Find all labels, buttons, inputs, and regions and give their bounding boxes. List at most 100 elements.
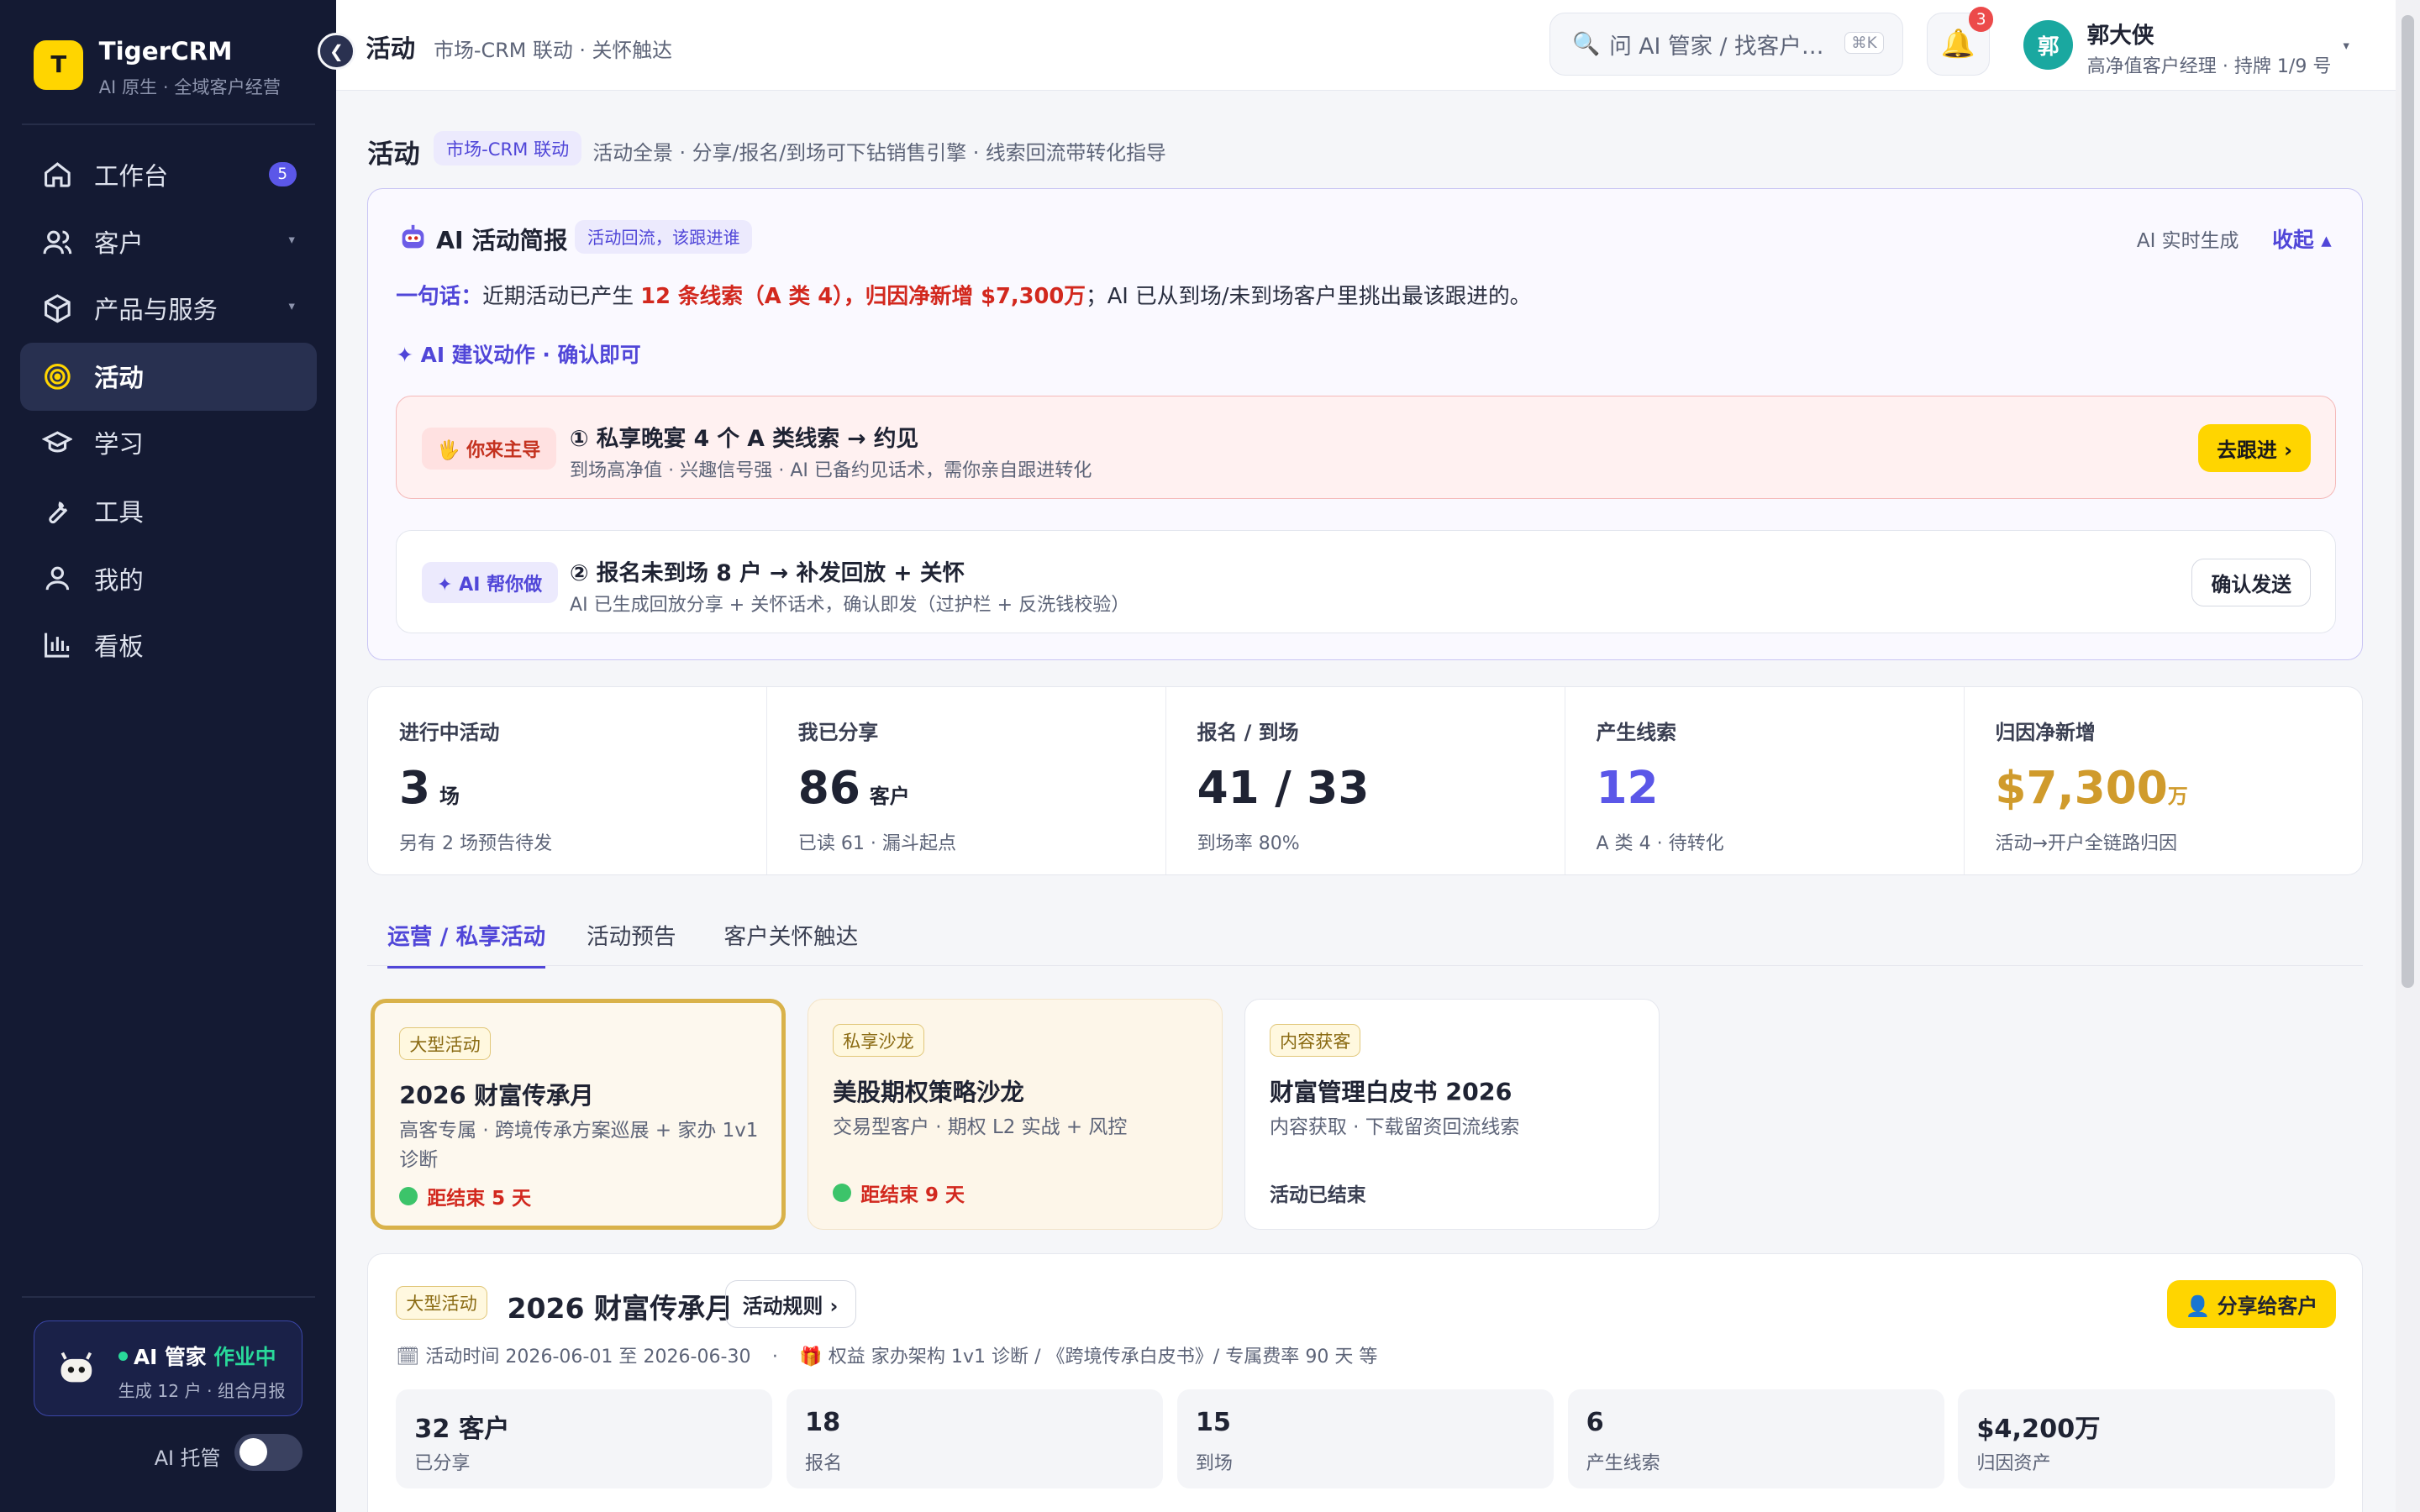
stat-active-events[interactable]: 进行中活动 3场 另有 2 场预告待发 <box>368 687 768 874</box>
ai-realtime-label: AI 实时生成 <box>2136 230 2239 253</box>
event-card-whitepaper[interactable]: 内容获客 财富管理白皮书 2026 内容获取 · 下载留资回流线索 活动已结束 <box>1244 998 1660 1231</box>
sidebar-item-tools[interactable]: 工具 <box>20 477 317 545</box>
online-dot <box>118 1351 128 1361</box>
user-menu-chevron-icon[interactable]: ▾ <box>2344 39 2349 53</box>
stat-label: 归因净新增 <box>1995 720 2096 744</box>
you-lead-pill: 🖐 你来主导 <box>421 428 556 470</box>
ai-does-pill: ✦ AI 帮你做 <box>421 561 558 604</box>
stat-leads[interactable]: 产生线索 12 A 类 4 · 待转化 <box>1565 687 1965 874</box>
collapse-brief-button[interactable]: 收起 ▴ <box>2272 223 2332 254</box>
sidebar-item-learning[interactable]: 学习 <box>20 409 317 477</box>
brand-name: TigerCRM <box>98 37 233 66</box>
stat-net-new[interactable]: 归因净新增 $7,300万 活动→开户全链路归因 <box>1965 687 2363 874</box>
ai-hosting-label: AI 托管 <box>154 1446 221 1470</box>
sidebar-item-label: 客户 <box>94 229 144 259</box>
ai-hosting-toggle[interactable] <box>234 1433 303 1471</box>
metric-label: 到场 <box>1195 1453 1233 1475</box>
brand-tagline: AI 原生 · 全域客户经营 <box>98 76 281 98</box>
metric-value: 32 客户 <box>414 1415 510 1445</box>
event-rules-button[interactable]: 活动规则 › <box>724 1279 856 1328</box>
sidebar-item-activities[interactable]: 活动 <box>19 342 317 411</box>
ai-butler-status-card[interactable]: AI 管家 作业中 生成 12 户 · 组合月报 <box>34 1320 303 1417</box>
ai-suggest-heading: ✦ AI 建议动作 · 确认即可 <box>396 343 641 368</box>
event-title: 2026 财富传承月 <box>399 1081 594 1110</box>
action-title: ② 报名未到场 8 户 → 补发回放 + 关怀 <box>570 559 965 586</box>
sidebar-item-mine[interactable]: 我的 <box>20 544 317 612</box>
notifications-button[interactable]: 🔔 3 <box>1926 7 1994 76</box>
stat-signup-attend[interactable]: 报名 / 到场 41 / 33 到场率 80% <box>1166 687 1565 874</box>
sidebar: T TigerCRM AI 原生 · 全域客户经营 工作台 5 客户 ▾ 产品与… <box>0 0 337 1512</box>
metric-assets: $4,200万 归因资产 <box>1958 1389 2335 1488</box>
brand-logo[interactable]: T <box>34 39 84 90</box>
sidebar-item-label: 工作台 <box>94 161 169 191</box>
sidebar-item-label: 看板 <box>94 632 144 661</box>
bar-chart-icon <box>44 633 69 659</box>
sidebar-item-label: 我的 <box>94 565 144 595</box>
metric-value: 15 <box>1195 1408 1231 1438</box>
stat-value: $7,300万 <box>1995 761 2188 814</box>
page-scrollbar[interactable] <box>2396 0 2420 1512</box>
stat-sub: 活动→开户全链路归因 <box>1995 832 2178 854</box>
page-tag: 市场-CRM 联动 <box>434 131 581 166</box>
stat-sub: 到场率 80% <box>1197 832 1300 854</box>
event-title: 财富管理白皮书 2026 <box>1270 1078 1512 1106</box>
oneliner-label: 一句话： <box>396 283 483 309</box>
ai-brief-tag: 活动回流，该跟进谁 <box>575 219 753 254</box>
metric-value: 18 <box>805 1408 841 1438</box>
avatar[interactable]: 郭 <box>2023 19 2074 70</box>
action-item-ai: ✦ AI 帮你做 ② 报名未到场 8 户 → 补发回放 + 关怀 AI 已生成回… <box>396 530 2337 634</box>
event-card-wealth-month[interactable]: 大型活动 2026 财富传承月 高客专属 · 跨境传承方案巡展 + 家办 1v1… <box>370 998 786 1231</box>
sidebar-item-label: 学习 <box>94 430 144 459</box>
gift-icon: 🎁 <box>799 1347 823 1368</box>
tab-customer-care[interactable]: 客户关怀触达 <box>724 918 859 966</box>
collapse-sidebar-button[interactable]: ❮ <box>318 32 355 70</box>
notification-count: 3 <box>1968 7 1994 32</box>
metric-label: 归因资产 <box>1976 1453 2051 1475</box>
wrench-icon <box>48 501 67 523</box>
share-to-customer-button[interactable]: 👤 分享给客户 <box>2166 1279 2337 1328</box>
oneliner-highlight-leads: 12 条线索（A 类 4）， <box>640 283 865 309</box>
chevron-left-icon: ❮ <box>329 40 344 61</box>
event-type-badge: 大型活动 <box>396 1286 487 1320</box>
sidebar-item-products[interactable]: 产品与服务 ▾ <box>20 275 317 343</box>
follow-up-button[interactable]: 去跟进 › <box>2198 424 2311 473</box>
action-item-lead: 🖐 你来主导 ① 私享晚宴 4 个 A 类线索 → 约见 到场高净值 · 兴趣信… <box>396 396 2337 500</box>
header-title: 活动 <box>366 34 416 63</box>
sidebar-item-customers[interactable]: 客户 ▾ <box>20 208 317 276</box>
confirm-send-button[interactable]: 确认发送 <box>2191 559 2311 607</box>
sidebar-item-workbench[interactable]: 工作台 5 <box>20 140 317 208</box>
oneliner-text-b: ；AI 已从到场/未到场客户里挑出最该跟进的。 <box>1086 283 1532 309</box>
metric-attend: 15 到场 <box>1176 1389 1554 1488</box>
stat-label: 报名 / 到场 <box>1197 720 1299 744</box>
chevron-down-icon: ▾ <box>288 299 295 314</box>
event-status: 活动已结束 <box>1270 1184 1366 1206</box>
event-card-options-salon[interactable]: 私享沙龙 美股期权策略沙龙 交易型客户 · 期权 L2 实战 + 风控 距结束 … <box>807 998 1223 1231</box>
stat-value: 41 / 33 <box>1197 761 1370 814</box>
ai-butler-title: AI 管家 作业中 <box>118 1341 276 1371</box>
ai-butler-state: 作业中 <box>213 1344 276 1369</box>
sidebar-item-dashboard[interactable]: 看板 <box>20 611 317 679</box>
stat-shared[interactable]: 我已分享 86 客户 已读 61 · 漏斗起点 <box>767 687 1166 874</box>
status-dot-icon <box>399 1186 418 1205</box>
sidebar-item-label: 产品与服务 <box>94 296 218 325</box>
robot-icon <box>60 1352 92 1383</box>
tab-private-events[interactable]: 运营 / 私享活动 <box>387 918 546 969</box>
search-shortcut: ⌘K <box>1844 31 1884 55</box>
ai-brief-title: AI 活动简报 <box>436 226 568 255</box>
app-root: T TigerCRM AI 原生 · 全域客户经营 工作台 5 客户 ▾ 产品与… <box>0 0 2420 1512</box>
event-detail-panel: 大型活动 2026 财富传承月 活动规则 › 👤 分享给客户 🗓 活动时间 20… <box>367 1252 2364 1512</box>
scrollbar-thumb[interactable] <box>2402 15 2415 988</box>
event-type-badge: 内容获客 <box>1270 1023 1361 1058</box>
count-badge: 5 <box>268 161 297 187</box>
search-input[interactable]: 🔍 问 AI 管家 / 找客户… ⌘K <box>1549 12 1903 76</box>
user-icon <box>45 567 69 591</box>
event-detail-title: 2026 财富传承月 <box>507 1292 734 1326</box>
oneliner-highlight-assets: 归因净新增 $7,300万 <box>865 283 1086 309</box>
event-desc: 内容获取 · 下载留资回流线索 <box>1270 1116 1520 1139</box>
event-desc: 高客专属 · 跨境传承方案巡展 + 家办 1v1 诊断 <box>399 1120 759 1172</box>
page-title: 活动 <box>367 139 420 170</box>
event-desc: 交易型客户 · 期权 L2 实战 + 风控 <box>833 1116 1128 1139</box>
event-time: 活动时间 2026-06-01 至 2026-06-30 <box>425 1347 751 1368</box>
bell-icon: 🔔 <box>1940 27 1975 60</box>
tab-previews[interactable]: 活动预告 <box>587 918 676 966</box>
